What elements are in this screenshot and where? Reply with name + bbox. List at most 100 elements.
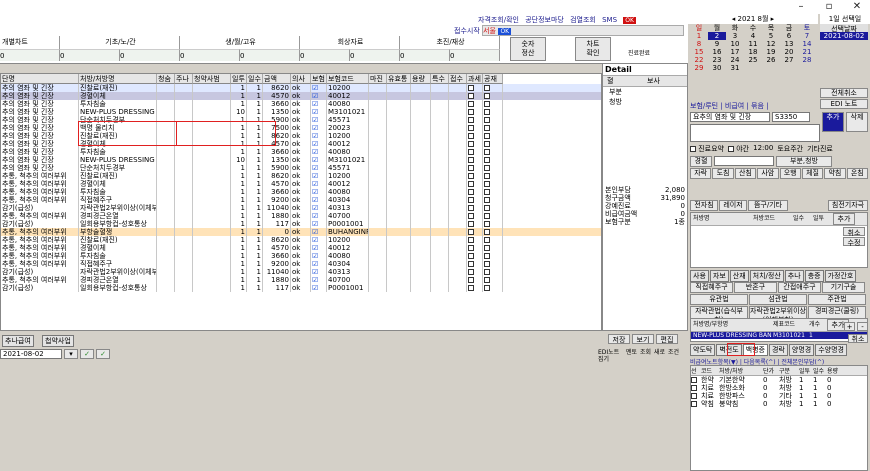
table-row[interactable]: 추통, 척추의 여러부위 경혈이체 1 1 4570 ok ☑ 40012	[1, 180, 601, 188]
calendar-header[interactable]: ◂ 2021 8월 ▸	[688, 14, 818, 24]
material-cancel-button[interactable]: 취소	[848, 334, 868, 343]
maximize-button[interactable]: ▫	[815, 0, 843, 14]
delete-diagnosis-button[interactable]: 삭제	[846, 112, 868, 132]
link-eligibility[interactable]: 자격조회/확인	[478, 16, 519, 24]
calendar-button[interactable]: ▾	[64, 349, 78, 359]
calendar-day[interactable]: 30	[708, 64, 726, 72]
calendar-day[interactable]: 18	[744, 48, 762, 56]
save-button[interactable]: 저장	[608, 334, 630, 344]
treatment-tab[interactable]: 자보	[709, 270, 729, 282]
detail-item[interactable]: 청방	[603, 97, 687, 107]
diagnosis-field[interactable]: 요추의 염좌 및 긴장	[690, 112, 770, 122]
night-option[interactable]: 야간	[728, 144, 749, 154]
grid-header[interactable]: 보험	[311, 74, 327, 84]
point-summary[interactable]: 부분,청방	[776, 156, 832, 167]
meridian-tab[interactable]: 경락	[768, 344, 788, 356]
table-row[interactable]: 추통, 척추의 여러부위 직접혜주구 1 1 9200 ok ☑ 40304	[1, 260, 601, 268]
table-row[interactable]: 추통, 척추의 여러부위 경혈이체 1 1 4570 ok ☑ 40012	[1, 244, 601, 252]
table-row[interactable]: 감기(급성) 일회용부항컵-성호통상 1 1 117 ok ☑ P0001001	[1, 284, 601, 292]
grid-header[interactable]: 의사	[291, 74, 311, 84]
calendar-day[interactable]: 2	[708, 32, 726, 40]
table-row[interactable]: 추의 염좌 및 긴장NEW-PLUS DRESSING BAN 1011350ok…	[1, 108, 601, 116]
ok-badge-2[interactable]: OK	[498, 28, 512, 35]
grid-header[interactable]: 과세	[467, 74, 483, 84]
edit-button[interactable]: 편집	[656, 334, 678, 344]
link-sms[interactable]: SMS	[602, 16, 617, 24]
link-inspect[interactable]: 검열조회	[570, 16, 596, 24]
meridian-tab[interactable]: 수양명경	[815, 344, 847, 356]
saturday-option[interactable]: 토요주간	[777, 144, 803, 154]
acupuncture-type-button[interactable]: 약침	[824, 168, 846, 179]
table-row[interactable]: 추의 염좌 및 긴장 투자침술 1 1 3660 ok ☑ 40080	[1, 148, 601, 156]
tab-chuna[interactable]: 추나급여	[2, 335, 34, 347]
diagnosis-code-field[interactable]: S3350	[772, 112, 810, 122]
herbal-list-row[interactable]: 약침 봉약침 0 처방 1 1 0	[691, 400, 867, 408]
link-public-info[interactable]: 공단정보마당	[525, 16, 564, 24]
calendar-day[interactable]: 25	[744, 56, 762, 64]
table-row[interactable]: 추통, 척추의 여러부위 진찰료(재진) 1 1 8620 ok ☑ 10200	[1, 236, 601, 244]
calendar-day[interactable]: 6	[780, 32, 798, 40]
procedure-button[interactable]: 유관법	[690, 294, 748, 305]
calendar-day[interactable]: 3	[726, 32, 744, 40]
minimize-button[interactable]: –	[787, 0, 815, 14]
herbal-checkbox[interactable]	[691, 393, 697, 399]
grid-header[interactable]: 금액	[263, 74, 291, 84]
calendar-day[interactable]: 9	[708, 40, 726, 48]
electric-acu-button[interactable]: 전자침	[690, 200, 718, 211]
herbal-checkbox[interactable]	[691, 401, 697, 407]
grid-header[interactable]: 주나	[175, 74, 193, 84]
calendar-day[interactable]: 22	[690, 56, 708, 64]
moxa-etc-button[interactable]: 뜸구/기타	[748, 200, 788, 211]
calendar-day[interactable]: 19	[762, 48, 780, 56]
table-row[interactable]: 추의 염좌 및 긴장 진찰료(재진) 1 1 8620 ok ☑ 10200	[1, 84, 601, 92]
calendar-day[interactable]	[762, 64, 780, 72]
calendar-day[interactable]: 28	[798, 56, 816, 64]
table-row[interactable]: 추통, 척추의 여러부위 경피경근온열 1 1 1880 ok ☑ 40700	[1, 276, 601, 284]
table-row[interactable]: 추통, 척추의 여러부위 경피경근온열 1 1 1880 ok ☑ 40700	[1, 212, 601, 220]
chosen-date-value[interactable]: 2021-08-02	[820, 32, 868, 40]
calendar-day[interactable]: 17	[726, 48, 744, 56]
grid-header[interactable]: 처방/처방명	[79, 74, 157, 84]
grid-header[interactable]: 일투	[231, 74, 247, 84]
grid-header[interactable]: 청숨	[157, 74, 175, 84]
acupuncture-type-button[interactable]: 오행	[779, 168, 801, 179]
treatment-tab[interactable]: 가정간호	[824, 270, 857, 282]
calendar-day[interactable]: 4	[744, 32, 762, 40]
detail-item[interactable]: 부분	[603, 87, 687, 97]
herbal-list-row[interactable]: 한약 기본한약 0 처방 1 1 0	[691, 376, 867, 384]
grid-header[interactable]: 특수	[431, 74, 449, 84]
table-row[interactable]: 추의 염좌 및 긴장 투자침술 1 1 3660 ok ☑ 40080	[1, 100, 601, 108]
list-cancel-button[interactable]: 취소	[843, 227, 865, 237]
calendar-day[interactable]: 12	[762, 40, 780, 48]
point-button[interactable]: 경혈	[690, 156, 712, 167]
procedure-button[interactable]: 기기구술	[822, 282, 865, 293]
calendar-day[interactable]: 13	[780, 40, 798, 48]
procedure-button[interactable]: 반혼구	[734, 282, 777, 293]
procedure-button[interactable]: 섬관법	[749, 294, 807, 305]
table-row[interactable]: 추통, 척추의 여러부위 직접혜주구 1 1 9200 ok ☑ 40304	[1, 196, 601, 204]
calendar-day[interactable]: 23	[708, 56, 726, 64]
chart-confirm-button[interactable]: 차트 확인	[575, 37, 611, 61]
date-field[interactable]: 2021-08-02	[0, 349, 62, 359]
acupuncture-type-button[interactable]: 체질	[801, 168, 824, 179]
list-add-button[interactable]: 추가	[833, 213, 855, 225]
calendar-day[interactable]: 14	[798, 40, 816, 48]
view-button[interactable]: 보기	[632, 334, 654, 344]
calendar-day[interactable]: 27	[780, 56, 798, 64]
calendar-day[interactable]: 20	[780, 48, 798, 56]
acupuncture-type-button[interactable]: 사암	[757, 168, 779, 179]
calendar-day[interactable]: 8	[690, 40, 708, 48]
grid-header[interactable]: 유효통	[387, 74, 411, 84]
table-row[interactable]: 감기(급성) 일회용부항컵-성호통상 1 1 117 ok ☑ P0001001	[1, 220, 601, 228]
calendar-day[interactable]	[780, 64, 798, 72]
grid-header[interactable]: 청약사범	[193, 74, 231, 84]
grid-header[interactable]: 공재	[483, 74, 503, 84]
procedure-button[interactable]: 간접애주구	[778, 282, 821, 293]
electro-stim-button[interactable]: 침전기자극	[828, 200, 868, 211]
grid-header[interactable]: 용량	[411, 74, 431, 84]
treatment-tab[interactable]: 사용	[690, 270, 709, 282]
mode-links[interactable]: 보험/루틴 | 비급여 | 묶음 |	[690, 101, 769, 111]
list-edit-button[interactable]: 수정	[843, 237, 865, 247]
calendar-day[interactable]: 31	[726, 64, 744, 72]
table-row[interactable]: 추통, 척추의 여러부위부항술혈쟁110ok☑BUHANGINFO	[1, 228, 601, 236]
